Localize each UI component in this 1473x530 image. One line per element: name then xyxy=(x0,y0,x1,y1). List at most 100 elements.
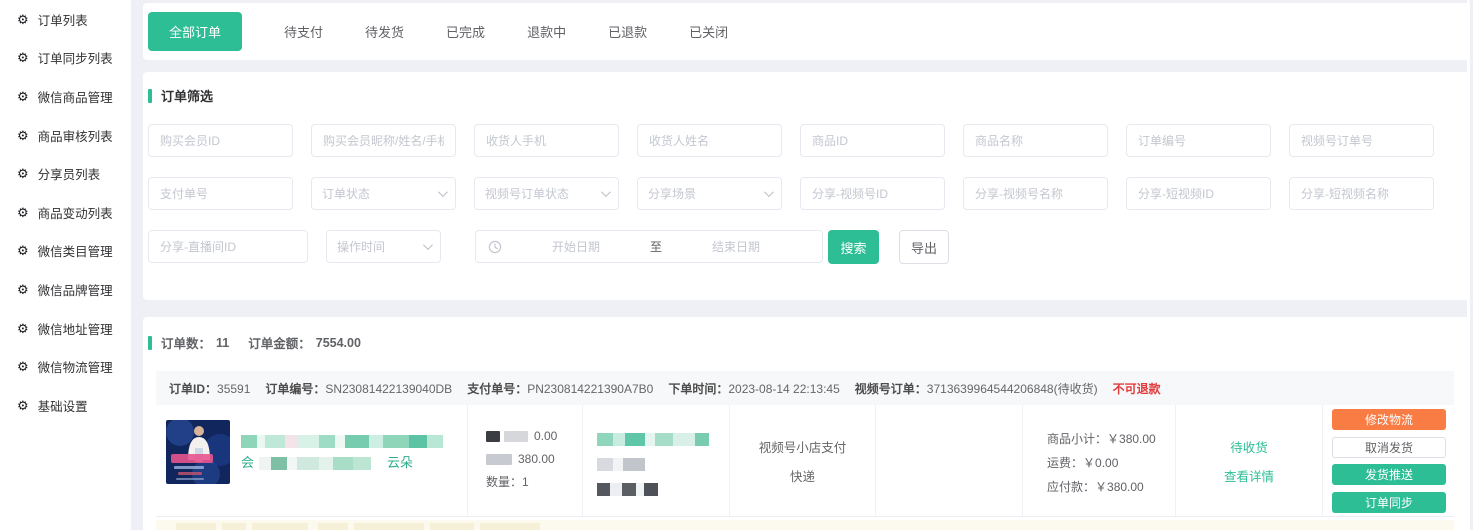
payable-value: ￥380.00 xyxy=(1095,480,1144,494)
gear-icon: ⚙ xyxy=(17,399,29,412)
filter-title-text: 订单筛选 xyxy=(161,86,213,105)
date-separator: 至 xyxy=(650,238,662,255)
tab-closed[interactable]: 已关闭 xyxy=(689,22,728,41)
product-name-input[interactable] xyxy=(963,124,1108,157)
order-filter-panel: 订单筛选 订单状态 视频号订单状态 分享场景 操作时间 xyxy=(143,72,1470,300)
op-time-select[interactable]: 操作时间 xyxy=(326,230,441,263)
date-range-picker[interactable]: 开始日期 至 结束日期 xyxy=(475,230,823,263)
clock-icon xyxy=(488,240,502,254)
sidebar-item-wechat-logistics-mgmt[interactable]: ⚙ 微信物流管理 xyxy=(0,347,131,386)
sidebar-item-wechat-brand-mgmt[interactable]: ⚙微信品牌管理 xyxy=(0,270,131,309)
product-id-input[interactable] xyxy=(800,124,945,157)
unit-price-redacted: 0.00 xyxy=(486,425,557,448)
channel-order-status-select[interactable]: 视频号订单状态 xyxy=(474,177,619,210)
section-marker xyxy=(148,89,152,103)
end-date-input[interactable]: 结束日期 xyxy=(662,238,810,255)
sidebar-item-product-change-list[interactable]: ⚙ 商品变动列表 xyxy=(0,193,131,232)
subtotal-value: ￥380.00 xyxy=(1107,432,1156,446)
order-no-input[interactable] xyxy=(1126,124,1271,157)
payment-method: 视频号小店支付 xyxy=(759,437,847,456)
cancel-shipment-button[interactable]: 取消发货 xyxy=(1332,437,1446,458)
share-video-id-input[interactable] xyxy=(1126,177,1271,210)
share-channel-name-input[interactable] xyxy=(963,177,1108,210)
order-status-text: 待收货 xyxy=(1230,437,1268,456)
sidebar-item-order-list[interactable]: ⚙订单列表 xyxy=(0,0,131,39)
sidebar-item-wechat-address-mgmt[interactable]: ⚙微信地址管理 xyxy=(0,309,131,348)
chevron-down-icon xyxy=(764,187,774,197)
buyer-member-info-input[interactable] xyxy=(311,124,456,157)
payment-no-input[interactable] xyxy=(148,177,293,210)
quantity-line: 数量：1 xyxy=(486,471,557,494)
share-scene-select[interactable]: 分享场景 xyxy=(637,177,782,210)
gear-icon: ⚙ xyxy=(17,322,29,335)
sidebar-item-label: 基础设置 xyxy=(38,396,88,415)
receiver-phone-input[interactable] xyxy=(474,124,619,157)
sidebar-item-product-audit-list[interactable]: ⚙ 商品审核列表 xyxy=(0,116,131,155)
gear-icon: ⚙ xyxy=(17,206,29,219)
ship-push-button[interactable]: 发货推送 xyxy=(1332,464,1446,485)
share-video-name-input[interactable] xyxy=(1289,177,1434,210)
sidebar-item-label: 商品审核列表 xyxy=(38,126,113,145)
export-button[interactable]: 导出 xyxy=(899,230,949,264)
order-status-select[interactable]: 订单状态 xyxy=(311,177,456,210)
scrollbar[interactable] xyxy=(1467,0,1470,530)
sidebar-item-label: 微信商品管理 xyxy=(38,87,113,106)
tab-refunding[interactable]: 退款中 xyxy=(527,22,566,41)
sidebar-item-label: 微信物流管理 xyxy=(38,357,113,376)
sidebar-item-sharer-list[interactable]: ⚙ 分享员列表 xyxy=(0,154,131,193)
tab-completed[interactable]: 已完成 xyxy=(446,22,485,41)
edit-logistics-button[interactable]: 修改物流 xyxy=(1332,409,1446,430)
freight-value: ￥0.00 xyxy=(1083,456,1118,470)
gear-icon: ⚙ xyxy=(17,167,29,180)
start-date-input[interactable]: 开始日期 xyxy=(502,238,650,255)
filter-row-1 xyxy=(148,124,1434,157)
tab-refunded[interactable]: 已退款 xyxy=(608,22,647,41)
no-refund-badge: 不可退款 xyxy=(1113,380,1161,397)
tab-pending-payment[interactable]: 待支付 xyxy=(284,22,323,41)
order-amount-value: 7554.00 xyxy=(316,336,361,350)
payment-no-value: PN230814221390A7B0 xyxy=(527,382,653,396)
buyer-info-redacted xyxy=(597,431,709,506)
sidebar-item-label: 商品变动列表 xyxy=(38,203,113,222)
search-button[interactable]: 搜索 xyxy=(828,230,879,264)
gear-icon: ⚙ xyxy=(17,129,29,142)
sidebar-item-label: 订单同步列表 xyxy=(38,48,113,67)
buyer-member-id-input[interactable] xyxy=(148,124,293,157)
select-placeholder: 视频号订单状态 xyxy=(485,185,569,202)
channel-order-no-input[interactable] xyxy=(1289,124,1434,157)
gear-icon: ⚙ xyxy=(17,360,29,373)
gear-icon: ⚙ xyxy=(17,244,29,257)
view-detail-link[interactable]: 查看详情 xyxy=(1224,466,1274,485)
chevron-down-icon xyxy=(438,187,448,197)
share-channel-id-input[interactable] xyxy=(800,177,945,210)
receiver-name-input[interactable] xyxy=(637,124,782,157)
product-name-fragment: 云朵 xyxy=(387,455,413,471)
sidebar-item-wechat-category-mgmt[interactable]: ⚙微信类目管理 xyxy=(0,232,131,271)
filter-row-3: 操作时间 开始日期 至 结束日期 搜索 导出 xyxy=(148,230,1465,264)
order-sn-value: SN23081422139040DB xyxy=(325,382,452,396)
tab-pending-shipment[interactable]: 待发货 xyxy=(365,22,404,41)
delivery-method: 快递 xyxy=(790,466,815,485)
gear-icon: ⚙ xyxy=(17,90,29,103)
order-list-panel: 订单数： 11 订单金额： 7554.00 订单ID：35591 订单编号：SN… xyxy=(143,317,1470,530)
tab-all-orders[interactable]: 全部订单 xyxy=(148,12,242,51)
filter-section-title: 订单筛选 xyxy=(148,86,213,105)
sidebar: ⚙订单列表 ⚙ 订单同步列表 ⚙ 微信商品管理 ⚙ 商品审核列表 ⚙ 分享员列表 ⚙ 商品… xyxy=(0,0,131,530)
sale-price-redacted: 380.00 xyxy=(486,448,557,471)
order-amount-label: 订单金额： xyxy=(248,333,311,352)
product-name-redacted: 会 云朵 xyxy=(241,433,459,477)
sidebar-item-basic-settings[interactable]: ⚙ 基础设置 xyxy=(0,386,131,425)
chevron-down-icon xyxy=(601,187,611,197)
buyer-cell xyxy=(582,405,729,516)
actions-cell: 修改物流 取消发货 发货推送 订单同步 xyxy=(1322,405,1454,516)
product-image xyxy=(166,420,230,484)
gear-icon: ⚙ xyxy=(17,51,29,64)
share-liveroom-id-input[interactable] xyxy=(148,230,308,263)
sidebar-item-order-sync-list[interactable]: ⚙ 订单同步列表 xyxy=(0,39,131,78)
order-sync-button[interactable]: 订单同步 xyxy=(1332,492,1446,513)
sidebar-item-wechat-product-mgmt[interactable]: ⚙ 微信商品管理 xyxy=(0,77,131,116)
sidebar-item-label: 分享员列表 xyxy=(38,164,101,183)
select-placeholder: 订单状态 xyxy=(322,185,370,202)
chevron-down-icon xyxy=(423,240,433,250)
order-time-value: 2023-08-14 22:13:45 xyxy=(728,382,839,396)
